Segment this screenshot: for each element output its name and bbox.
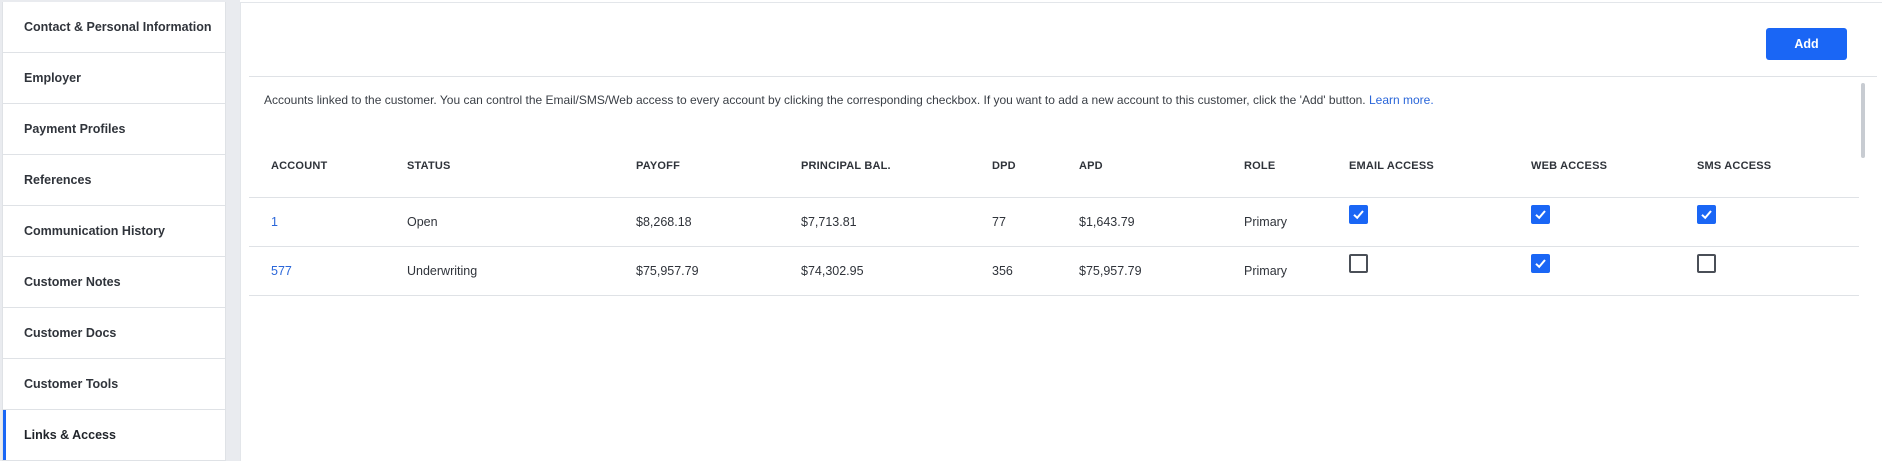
account-link[interactable]: 577 — [271, 247, 292, 295]
email-access-checkbox[interactable] — [1349, 204, 1368, 224]
role-cell: Primary — [1244, 264, 1288, 278]
column-header-web-access: WEB ACCESS — [1531, 160, 1608, 172]
checkmark-icon — [1701, 209, 1712, 219]
payoff-cell: $75,957.79 — [636, 264, 699, 278]
web-access-checkbox[interactable] — [1531, 253, 1550, 273]
checkmark-icon — [1535, 258, 1546, 268]
account-link[interactable]: 1 — [271, 198, 278, 246]
sidebar-item-communication-history[interactable]: Communication History — [3, 206, 225, 257]
table-header-row: ACCOUNT STATUS PAYOFF PRINCIPAL BAL. DPD… — [249, 143, 1859, 198]
dpd-cell: 356 — [992, 264, 1013, 278]
table-row: 577 Underwriting $75,957.79 $74,302.95 3… — [249, 247, 1859, 296]
column-header-email-access: EMAIL ACCESS — [1349, 160, 1434, 172]
column-header-principal-bal: PRINCIPAL BAL. — [801, 160, 891, 172]
sidebar-item-contact-personal-information[interactable]: Contact & Personal Information — [3, 2, 225, 53]
learn-more-link[interactable]: Learn more. — [1369, 93, 1434, 107]
column-header-apd: APD — [1079, 160, 1103, 172]
sidebar-item-employer[interactable]: Employer — [3, 53, 225, 104]
sms-access-checkbox[interactable] — [1697, 253, 1716, 273]
checkmark-icon — [1353, 209, 1364, 219]
info-text: Accounts linked to the customer. You can… — [264, 93, 1434, 107]
status-cell: Open — [407, 215, 438, 229]
email-access-cell — [1349, 247, 1368, 295]
main-panel: Add Accounts linked to the customer. You… — [240, 2, 1882, 461]
column-header-payoff: PAYOFF — [636, 160, 680, 172]
status-cell: Underwriting — [407, 264, 478, 278]
sms-access-cell — [1697, 247, 1716, 295]
email-access-checkbox[interactable] — [1349, 253, 1368, 273]
apd-cell: $1,643.79 — [1079, 215, 1135, 229]
principal-cell: $7,713.81 — [801, 215, 857, 229]
sidebar-item-customer-docs[interactable]: Customer Docs — [3, 308, 225, 359]
sidebar-item-payment-profiles[interactable]: Payment Profiles — [3, 104, 225, 155]
column-header-account: ACCOUNT — [271, 160, 328, 172]
sms-access-checkbox[interactable] — [1697, 204, 1716, 224]
sms-access-cell — [1697, 198, 1716, 246]
checkmark-icon — [1535, 209, 1546, 219]
table-row: 1 Open $8,268.18 $7,713.81 77 $1,643.79 … — [249, 198, 1859, 247]
column-header-status: STATUS — [407, 160, 451, 172]
payoff-cell: $8,268.18 — [636, 215, 692, 229]
role-cell: Primary — [1244, 215, 1288, 229]
divider — [249, 76, 1877, 77]
sidebar-item-links-access[interactable]: Links & Access — [3, 410, 225, 461]
sidebar-item-customer-notes[interactable]: Customer Notes — [3, 257, 225, 308]
column-header-role: ROLE — [1244, 160, 1276, 172]
add-button[interactable]: Add — [1766, 28, 1847, 60]
web-access-cell — [1531, 247, 1550, 295]
column-header-sms-access: SMS ACCESS — [1697, 160, 1772, 172]
info-description: Accounts linked to the customer. You can… — [264, 93, 1366, 107]
column-header-dpd: DPD — [992, 160, 1016, 172]
sidebar-item-references[interactable]: References — [3, 155, 225, 206]
principal-cell: $74,302.95 — [801, 264, 864, 278]
web-access-checkbox[interactable] — [1531, 204, 1550, 224]
email-access-cell — [1349, 198, 1368, 246]
sidebar-item-customer-tools[interactable]: Customer Tools — [3, 359, 225, 410]
web-access-cell — [1531, 198, 1550, 246]
sidebar-nav: Contact & Personal Information Employer … — [2, 2, 226, 461]
accounts-table: ACCOUNT STATUS PAYOFF PRINCIPAL BAL. DPD… — [249, 143, 1859, 296]
scrollbar[interactable] — [1861, 83, 1865, 158]
sidebar: Contact & Personal Information Employer … — [0, 0, 240, 461]
apd-cell: $75,957.79 — [1079, 264, 1142, 278]
dpd-cell: 77 — [992, 215, 1006, 229]
